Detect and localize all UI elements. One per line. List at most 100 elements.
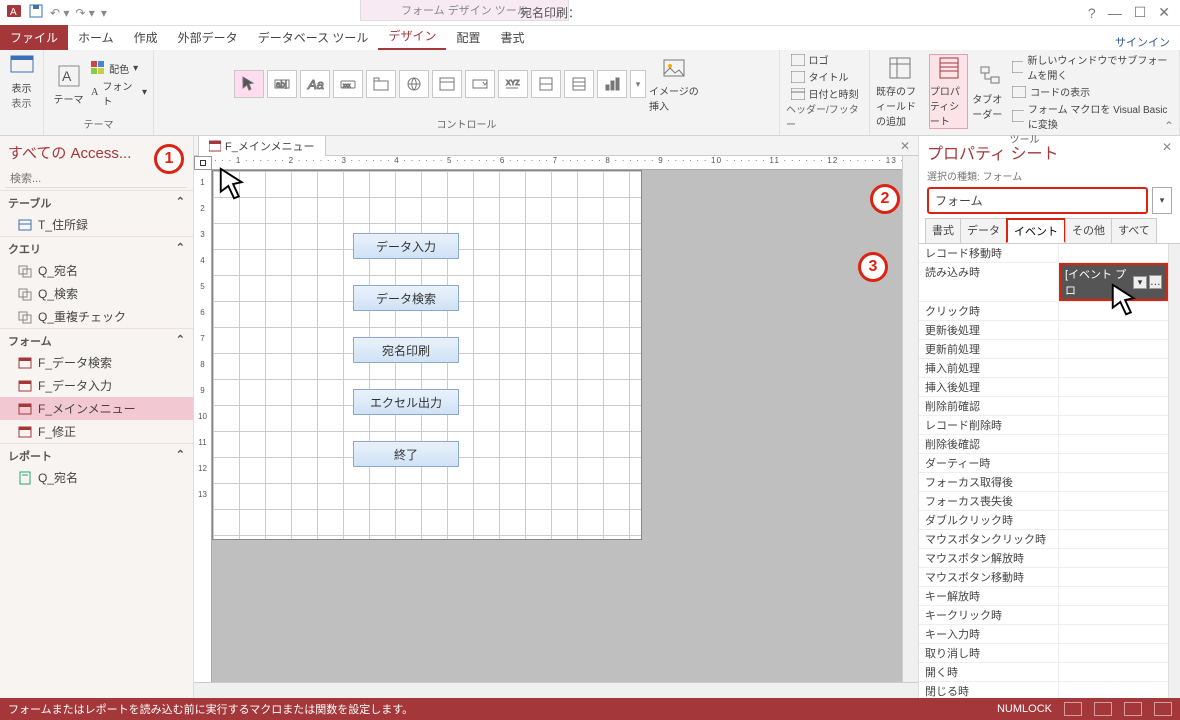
- nav-tool[interactable]: [432, 70, 462, 98]
- link-tool[interactable]: [399, 70, 429, 98]
- property-value[interactable]: [1059, 302, 1168, 320]
- tab-arrange[interactable]: 配置: [446, 25, 490, 50]
- close-doc-icon[interactable]: ✕: [892, 139, 918, 153]
- property-sheet-button[interactable]: プロパティシート: [929, 54, 968, 129]
- line-tool[interactable]: [531, 70, 561, 98]
- property-row[interactable]: キークリック時: [919, 606, 1168, 625]
- nav-group-tables[interactable]: テーブル⌃: [0, 190, 193, 213]
- document-tab[interactable]: F_メインメニュー: [198, 136, 326, 156]
- nav-item-report[interactable]: Q_宛名: [0, 466, 193, 489]
- prop-tab-event[interactable]: イベント: [1006, 218, 1066, 243]
- tab-file[interactable]: ファイル: [0, 25, 68, 50]
- close-prop-icon[interactable]: ✕: [1162, 140, 1172, 164]
- theme-colors[interactable]: 配色 ▾: [91, 61, 147, 76]
- chart-tool[interactable]: XYZ: [498, 70, 528, 98]
- property-value[interactable]: [1059, 644, 1168, 662]
- nav-item-query[interactable]: Q_重複チェック: [0, 305, 193, 328]
- nav-search-input[interactable]: [6, 171, 187, 188]
- nav-item-form[interactable]: F_データ検索: [0, 351, 193, 374]
- tools-viewcode[interactable]: コードの表示: [1012, 84, 1173, 99]
- label-tool[interactable]: Aa: [300, 70, 330, 98]
- nav-item-query[interactable]: Q_宛名: [0, 259, 193, 282]
- property-row[interactable]: ダブルクリック時: [919, 511, 1168, 530]
- property-row[interactable]: 読み込み時[イベント プロ▾…: [919, 263, 1168, 302]
- property-row[interactable]: マウスボタン移動時: [919, 568, 1168, 587]
- save-icon[interactable]: [28, 3, 44, 22]
- property-row[interactable]: レコード削除時: [919, 416, 1168, 435]
- property-value[interactable]: [1059, 340, 1168, 358]
- maximize-icon[interactable]: ☐: [1134, 4, 1147, 21]
- property-row[interactable]: キー入力時: [919, 625, 1168, 644]
- hf-title[interactable]: タイトル: [791, 69, 859, 84]
- tab-home[interactable]: ホーム: [68, 25, 124, 50]
- property-value[interactable]: [1059, 359, 1168, 377]
- tab-create[interactable]: 作成: [124, 25, 168, 50]
- nav-item-form-selected[interactable]: F_メインメニュー: [0, 397, 193, 420]
- property-value[interactable]: [1059, 454, 1168, 472]
- tools-newsub[interactable]: 新しいウィンドウでサブフォームを開く: [1012, 52, 1173, 82]
- property-row[interactable]: マウスボタン解放時: [919, 549, 1168, 568]
- property-value[interactable]: [1059, 244, 1168, 262]
- minimize-icon[interactable]: —: [1108, 5, 1122, 21]
- property-grid[interactable]: レコード移動時読み込み時[イベント プロ▾…クリック時更新後処理更新前処理挿入前…: [919, 244, 1168, 698]
- add-field-button[interactable]: 既存のフィールドの追加: [876, 55, 925, 128]
- theme-fonts[interactable]: Aフォント ▾: [91, 78, 147, 108]
- tools-convertmacro[interactable]: フォーム マクロを Visual Basic に変換: [1012, 101, 1173, 131]
- prop-tab-all[interactable]: すべて: [1111, 218, 1157, 243]
- property-value[interactable]: [1059, 321, 1168, 339]
- form-button[interactable]: 終了: [353, 441, 459, 467]
- nav-group-queries[interactable]: クエリ⌃: [0, 236, 193, 259]
- property-row[interactable]: クリック時: [919, 302, 1168, 321]
- form-button[interactable]: エクセル出力: [353, 389, 459, 415]
- prop-tab-data[interactable]: データ: [960, 218, 1007, 243]
- undo-icon[interactable]: ↶ ▾: [50, 6, 69, 20]
- signin-link[interactable]: サインイン: [1115, 34, 1180, 50]
- tab-external[interactable]: 外部データ: [168, 25, 248, 50]
- property-value[interactable]: [1059, 435, 1168, 453]
- view-datasheet-icon[interactable]: [1094, 702, 1112, 716]
- form-button[interactable]: データ検索: [353, 285, 459, 311]
- property-row[interactable]: 開く時: [919, 663, 1168, 682]
- property-value[interactable]: [1059, 625, 1168, 643]
- tab-order-button[interactable]: タブオーダー: [972, 63, 1008, 121]
- scrollbar-horizontal[interactable]: [194, 682, 918, 698]
- collapse-ribbon-icon[interactable]: ⌃: [1164, 119, 1174, 133]
- prop-scrollbar[interactable]: [1168, 244, 1180, 698]
- prop-tab-other[interactable]: その他: [1065, 218, 1112, 243]
- chevron-down-icon[interactable]: ▾: [1133, 276, 1146, 289]
- design-grid[interactable]: データ入力 データ検索 宛名印刷 エクセル出力 終了: [212, 170, 642, 540]
- nav-item-query[interactable]: Q_検索: [0, 282, 193, 305]
- tab-tool[interactable]: [366, 70, 396, 98]
- prop-tab-format[interactable]: 書式: [925, 218, 961, 243]
- property-row[interactable]: キー解放時: [919, 587, 1168, 606]
- redo-icon[interactable]: ↷ ▾: [75, 6, 94, 20]
- property-value[interactable]: [1059, 530, 1168, 548]
- property-row[interactable]: 挿入前処理: [919, 359, 1168, 378]
- selection-combo[interactable]: フォーム: [927, 187, 1148, 214]
- property-row[interactable]: マウスボタンクリック時: [919, 530, 1168, 549]
- tab-dbtools[interactable]: データベース ツール: [248, 25, 379, 50]
- list-tool[interactable]: [564, 70, 594, 98]
- nav-group-forms[interactable]: フォーム⌃: [0, 328, 193, 351]
- property-value[interactable]: [1059, 378, 1168, 396]
- property-row[interactable]: 削除前確認: [919, 397, 1168, 416]
- property-row[interactable]: フォーカス取得後: [919, 473, 1168, 492]
- theme-button[interactable]: A テーマ: [50, 63, 87, 106]
- property-row[interactable]: ダーティー時: [919, 454, 1168, 473]
- form-button[interactable]: 宛名印刷: [353, 337, 459, 363]
- property-value[interactable]: [イベント プロ▾…: [1059, 263, 1168, 301]
- property-value[interactable]: [1059, 473, 1168, 491]
- property-value[interactable]: [1059, 682, 1168, 698]
- property-row[interactable]: 取り消し時: [919, 644, 1168, 663]
- nav-item-form[interactable]: F_修正: [0, 420, 193, 443]
- property-value[interactable]: [1059, 416, 1168, 434]
- property-row[interactable]: 更新後処理: [919, 321, 1168, 340]
- tab-format[interactable]: 書式: [490, 25, 534, 50]
- view-form-icon[interactable]: [1064, 702, 1082, 716]
- builder-icon[interactable]: …: [1149, 275, 1162, 289]
- more-tools[interactable]: ▾: [630, 70, 646, 98]
- property-value[interactable]: [1059, 587, 1168, 605]
- qat-more-icon[interactable]: ▾: [101, 6, 107, 20]
- close-icon[interactable]: ✕: [1158, 4, 1170, 21]
- hf-logo[interactable]: ロゴ: [791, 52, 859, 67]
